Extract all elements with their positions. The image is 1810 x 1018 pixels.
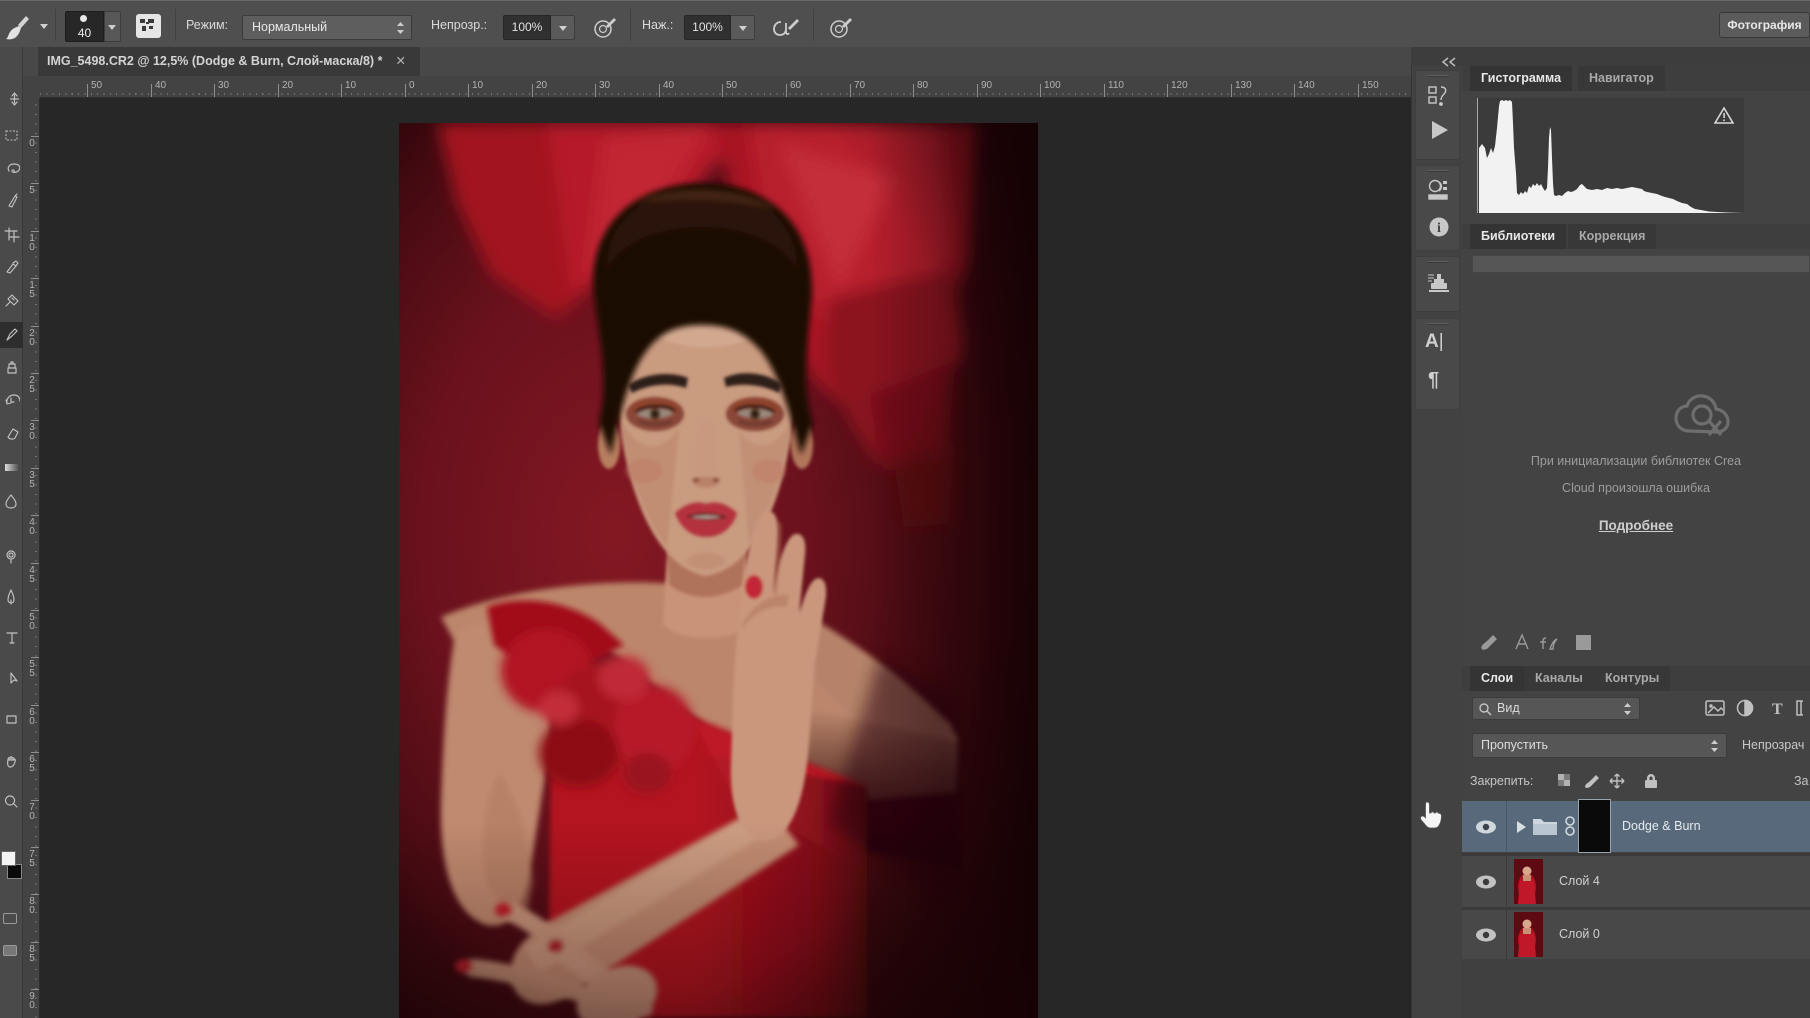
svg-text:i: i: [1437, 221, 1441, 236]
svg-text:T: T: [1772, 701, 1783, 718]
